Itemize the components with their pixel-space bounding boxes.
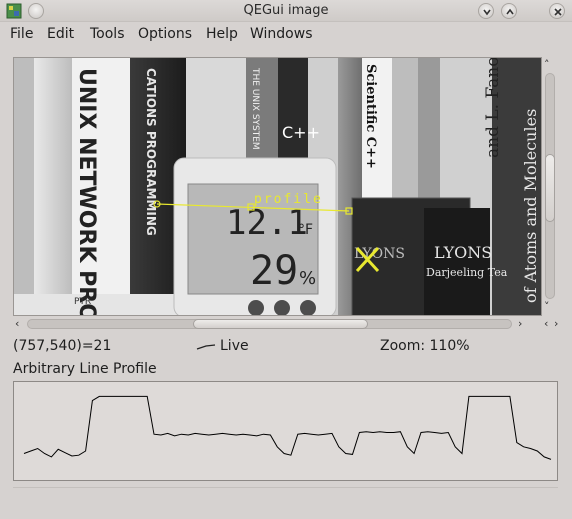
horizontal-scroll-thumb[interactable]	[193, 319, 368, 329]
spine-label-ptr: PTR	[74, 297, 91, 307]
menu-options[interactable]: Options	[138, 26, 192, 42]
chevron-down-icon	[483, 9, 491, 16]
vertical-scroll-track[interactable]	[545, 73, 555, 299]
menu-edit[interactable]: Edit	[47, 26, 74, 42]
menu-bar: File Edit Tools Options Help Windows	[0, 22, 572, 46]
close-icon	[554, 8, 562, 16]
spine-label-unix-network: UNIX NETWORK PROGRAMMING	[74, 68, 99, 316]
book-spine	[392, 58, 418, 198]
book-spine	[186, 58, 246, 163]
tea-tin-label: Darjeeling Tea	[426, 266, 508, 279]
scroll-right-arrow[interactable]: ›	[518, 318, 522, 330]
menu-help[interactable]: Help	[206, 26, 238, 42]
vertical-scrollbar[interactable]: ˄ ˅	[543, 57, 557, 316]
profile-chart	[23, 395, 552, 460]
spine-label-unix-system: THE UNIX SYSTEM	[250, 67, 260, 150]
camera-image[interactable]: UNIX NETWORK PROGRAMMING CATIONS PROGRAM…	[14, 58, 542, 316]
profile-title: Arbitrary Line Profile	[13, 361, 157, 377]
live-status: Live	[220, 338, 249, 354]
live-line-icon	[196, 344, 216, 350]
spine-label-fano: and L. Fano	[483, 58, 503, 158]
thermometer-humidity: 29	[250, 248, 298, 294]
profile-plot[interactable]	[13, 381, 558, 481]
spine-label-cpp: C++	[282, 123, 320, 142]
image-view[interactable]: UNIX NETWORK PROGRAMMING CATIONS PROGRAM…	[13, 57, 542, 316]
profile-overlay-label: profile	[254, 192, 323, 207]
horizontal-scrollbar[interactable]: ‹ › ‹ ›	[13, 316, 558, 332]
book-spine	[14, 58, 34, 315]
book-spine	[418, 58, 440, 198]
book-spine	[34, 58, 72, 315]
horizontal-scroll-track[interactable]	[27, 319, 512, 329]
profile-series-line	[23, 395, 552, 460]
spine-label-atoms: of Atoms and Molecules	[521, 109, 540, 303]
menu-tools[interactable]: Tools	[90, 26, 125, 42]
scroll-up-arrow[interactable]: ˄	[544, 59, 550, 71]
scroll-left-arrow[interactable]: ‹	[15, 318, 19, 330]
thermometer-temp-unit: °F	[298, 222, 313, 238]
vertical-scroll-thumb[interactable]	[545, 154, 555, 222]
zoom-level: Zoom: 110%	[380, 338, 470, 354]
chevron-up-icon	[506, 8, 514, 15]
menu-windows[interactable]: Windows	[250, 26, 313, 42]
status-strip	[13, 487, 558, 509]
tea-tin-brand: LYONS	[434, 243, 492, 262]
pixel-readout: (757,540)=21	[13, 338, 112, 354]
menu-file[interactable]: File	[10, 26, 33, 42]
thermometer-humidity-unit: %	[299, 268, 316, 289]
scroll-down-arrow[interactable]: ˅	[544, 301, 550, 313]
close-button[interactable]	[549, 3, 565, 19]
title-bar: QEGui image	[0, 0, 572, 22]
maximize-button[interactable]	[501, 3, 517, 19]
scroll-right-arrow-2[interactable]: ›	[554, 318, 558, 330]
spine-label-scientific: Scientific C++	[363, 64, 378, 169]
minimize-button[interactable]	[478, 3, 494, 19]
spine-label-applications: CATIONS PROGRAMMING	[144, 68, 158, 236]
scroll-left-arrow-2[interactable]: ‹	[544, 318, 548, 330]
book-spine-cpp	[278, 58, 308, 168]
